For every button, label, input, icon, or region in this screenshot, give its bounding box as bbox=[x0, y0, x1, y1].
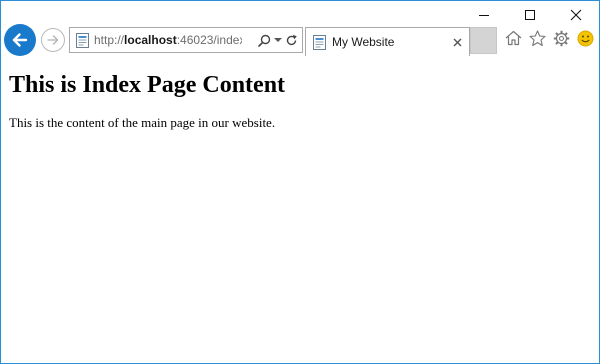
page-content: This is Index Page Content This is the c… bbox=[1, 57, 599, 363]
tab-my-website[interactable]: My Website bbox=[305, 27, 470, 56]
chevron-down-icon bbox=[274, 38, 282, 42]
url-path: :46023/index bbox=[176, 33, 242, 47]
close-icon bbox=[570, 9, 582, 21]
favorites-button[interactable] bbox=[528, 29, 546, 47]
minimize-icon bbox=[479, 15, 489, 16]
back-button[interactable] bbox=[4, 24, 36, 56]
new-tab-button[interactable] bbox=[470, 27, 497, 54]
home-icon bbox=[505, 30, 521, 46]
star-icon bbox=[528, 29, 546, 46]
page-body-text: This is the content of the main page in … bbox=[9, 115, 276, 130]
search-button[interactable] bbox=[258, 34, 271, 47]
search-icon bbox=[258, 34, 271, 47]
address-tools bbox=[258, 34, 302, 47]
settings-button[interactable] bbox=[552, 29, 570, 47]
feedback-button[interactable] bbox=[576, 29, 594, 47]
refresh-button[interactable] bbox=[285, 34, 298, 47]
page-icon bbox=[75, 32, 89, 48]
forward-button[interactable] bbox=[41, 28, 65, 52]
home-button[interactable] bbox=[504, 29, 522, 47]
browser-window: http://localhost:46023/index My Website … bbox=[0, 0, 600, 364]
address-dropdown-button[interactable] bbox=[274, 37, 282, 43]
browser-toolbar bbox=[504, 29, 594, 47]
url-text[interactable]: http://localhost:46023/index bbox=[94, 33, 242, 47]
url-host: localhost bbox=[124, 33, 177, 47]
tab-page-icon bbox=[312, 34, 326, 50]
maximize-icon bbox=[525, 10, 535, 20]
address-bar[interactable]: http://localhost:46023/index bbox=[69, 27, 303, 53]
page-heading: This is Index Page Content bbox=[9, 72, 286, 98]
refresh-icon bbox=[286, 34, 297, 45]
close-icon bbox=[453, 38, 461, 46]
tab-title: My Website bbox=[332, 35, 395, 49]
back-arrow-icon bbox=[12, 33, 28, 47]
tab-close-button[interactable] bbox=[452, 37, 462, 47]
forward-arrow-icon bbox=[47, 35, 59, 45]
smiley-icon bbox=[577, 30, 593, 46]
gear-icon bbox=[553, 30, 569, 46]
navigation-bar: http://localhost:46023/index My Website bbox=[1, 24, 599, 56]
url-prefix: http:// bbox=[94, 33, 125, 47]
